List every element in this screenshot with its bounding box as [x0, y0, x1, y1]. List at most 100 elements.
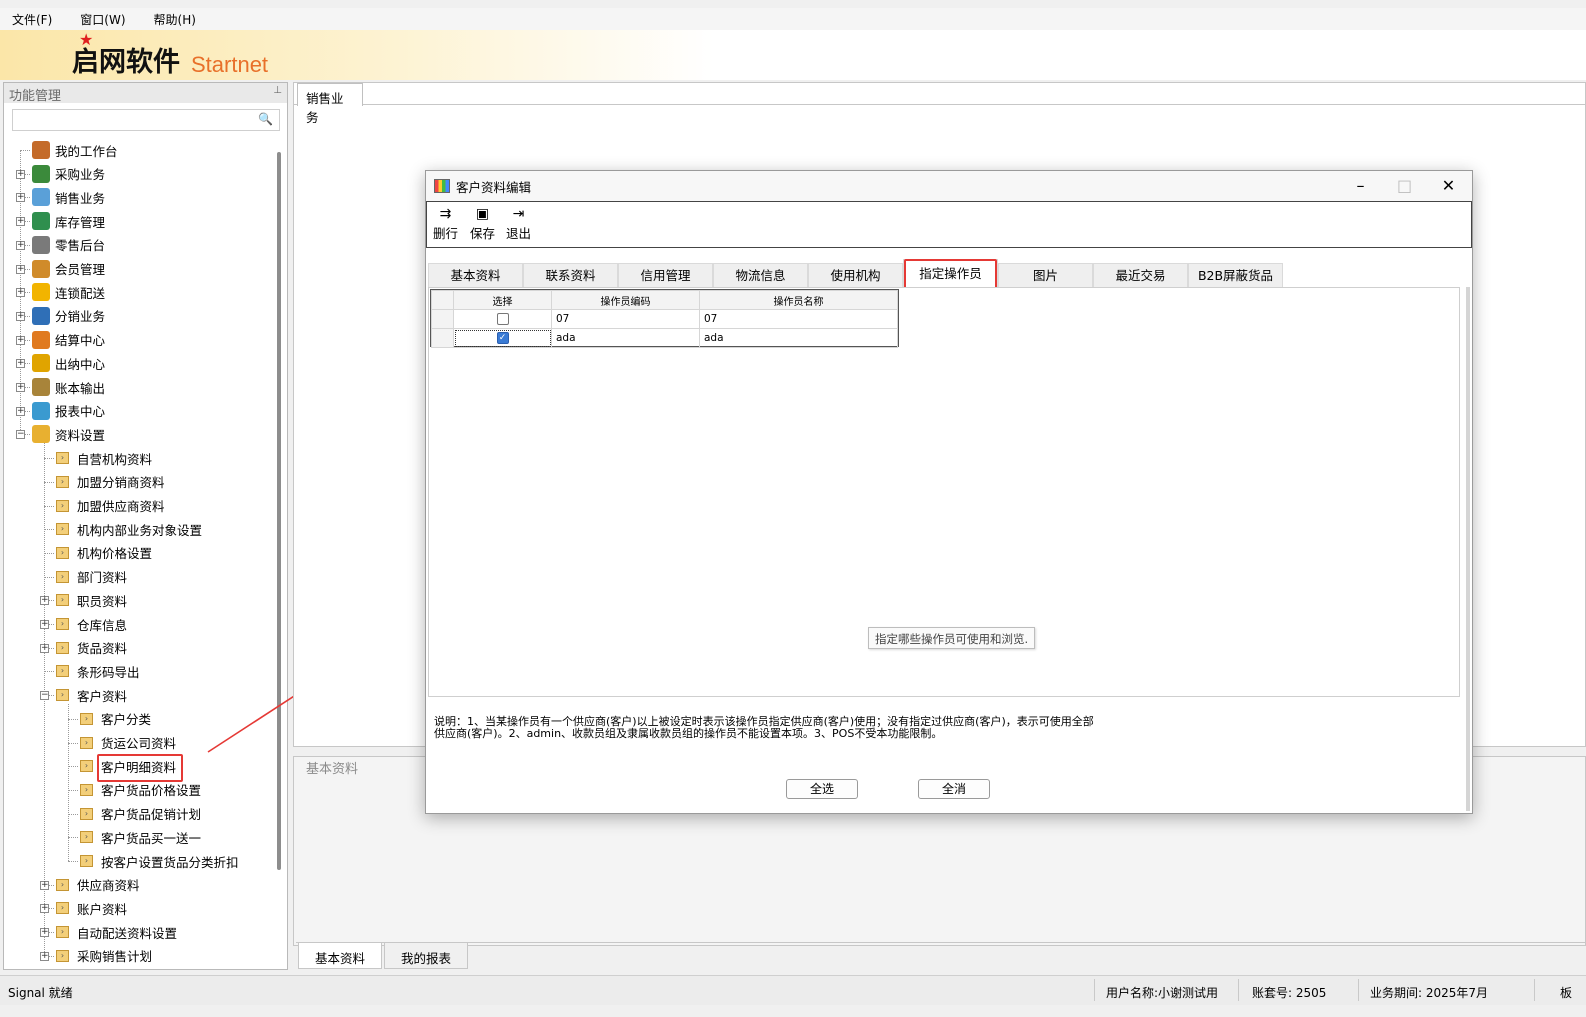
row-checkbox-checked[interactable]: ✓	[496, 332, 509, 344]
tree-item[interactable]: 库存管理	[32, 210, 105, 232]
tree-item[interactable]: › 仓库信息	[56, 613, 127, 635]
tree-item[interactable]: › 自动配送资料设置	[56, 921, 177, 943]
col-operator-name[interactable]: 操作员名称	[699, 290, 898, 310]
status-separator	[1358, 979, 1359, 1001]
tree-item[interactable]: 销售业务	[32, 186, 105, 208]
tab-credit[interactable]: 信用管理	[618, 263, 713, 287]
tree-item[interactable]: › 职员资料	[56, 589, 127, 611]
menu-help[interactable]: 帮助(H)	[154, 11, 196, 28]
expand-icon[interactable]: +	[16, 217, 25, 227]
expand-icon[interactable]: +	[16, 193, 25, 203]
expand-icon[interactable]: +	[40, 951, 49, 961]
menu-file[interactable]: 文件(F)	[12, 11, 52, 28]
operator-code-cell[interactable]: ada	[551, 328, 700, 348]
tree-item[interactable]: › 部门资料	[56, 566, 127, 588]
select-cell[interactable]	[453, 309, 552, 329]
tree-item[interactable]: › 账户资料	[56, 897, 127, 919]
expand-icon[interactable]: +	[40, 904, 49, 914]
table-row[interactable]: 07 07	[431, 309, 898, 329]
menu-window[interactable]: 窗口(W)	[80, 11, 125, 28]
tree-item[interactable]: › 加盟供应商资料	[56, 495, 165, 517]
save-icon: ▣	[475, 206, 490, 222]
tree-item[interactable]: 结算中心	[32, 329, 105, 351]
tree-item[interactable]: › 客户货品促销计划	[80, 803, 201, 825]
tree-item[interactable]: › 机构内部业务对象设置	[56, 518, 202, 540]
exit-button[interactable]: ⇥ 退出	[506, 206, 531, 242]
tree-item[interactable]: 报表中心	[32, 400, 105, 422]
tree-item[interactable]: › 客户分类	[80, 708, 151, 730]
tab-logistics[interactable]: 物流信息	[713, 263, 808, 287]
tree-item[interactable]: › 货运公司资料	[80, 732, 176, 754]
pin-icon[interactable]: ⊥	[273, 85, 282, 101]
expand-icon[interactable]: +	[16, 383, 25, 392]
tree-item[interactable]: › 客户货品价格设置	[80, 779, 201, 801]
tree-item[interactable]: 出纳中心	[32, 352, 105, 374]
bottom-tab-basic[interactable]: 基本资料	[298, 943, 383, 969]
expand-icon[interactable]: +	[16, 240, 25, 250]
expand-icon[interactable]: +	[40, 928, 49, 938]
expand-icon[interactable]: +	[16, 169, 25, 179]
expand-icon[interactable]: +	[40, 643, 49, 653]
tab-recent-trades[interactable]: 最近交易	[1093, 263, 1188, 287]
expand-icon[interactable]: +	[16, 264, 25, 274]
tree-item[interactable]: › 条形码导出	[56, 660, 140, 682]
tree-connector	[68, 789, 78, 791]
col-operator-code[interactable]: 操作员编码	[551, 290, 700, 310]
module-icon	[32, 164, 50, 183]
tree-item[interactable]: › 货品资料	[56, 637, 127, 659]
expand-icon[interactable]: +	[40, 620, 49, 629]
tab-org-usage[interactable]: 使用机构	[808, 263, 903, 287]
search-icon[interactable]: 🔍	[258, 112, 273, 126]
dialog-scrollbar[interactable]	[1466, 287, 1470, 811]
close-icon[interactable]: ✕	[1426, 171, 1471, 201]
expand-icon[interactable]: +	[16, 406, 25, 416]
select-cell[interactable]: ✓	[453, 328, 552, 348]
row-header[interactable]	[431, 328, 454, 348]
save-button[interactable]: ▣ 保存	[470, 206, 495, 242]
tree-item[interactable]: 账本输出	[32, 376, 105, 398]
tree-item[interactable]: › 按客户设置货品分类折扣	[80, 850, 239, 872]
col-select[interactable]: 选择	[453, 290, 552, 310]
select-all-button[interactable]: 全选	[786, 779, 858, 799]
tree-item[interactable]: 资料设置	[32, 423, 105, 445]
tree-item[interactable]: 我的工作台	[32, 139, 118, 161]
expand-icon[interactable]: +	[16, 311, 25, 321]
operator-code-cell[interactable]: 07	[551, 309, 700, 329]
expand-icon[interactable]: +	[40, 596, 49, 606]
tree-item[interactable]: 采购业务	[32, 163, 105, 185]
tree-item[interactable]: › 供应商资料	[56, 874, 140, 896]
maximize-icon[interactable]: □	[1382, 171, 1427, 201]
tree-item[interactable]: 连锁配送	[32, 281, 105, 303]
tree-item[interactable]: 会员管理	[32, 258, 105, 280]
bottom-tab-my-reports[interactable]: 我的报表	[384, 943, 469, 969]
tree-item[interactable]: › 采购销售计划	[56, 945, 152, 967]
tab-basic-info[interactable]: 基本资料	[428, 263, 523, 287]
tab-contact-info[interactable]: 联系资料	[523, 263, 618, 287]
collapse-icon[interactable]: −	[16, 430, 25, 440]
operator-name-cell[interactable]: 07	[699, 309, 898, 329]
row-header[interactable]	[431, 309, 454, 329]
expand-icon[interactable]: +	[16, 359, 25, 369]
delete-row-button[interactable]: ⇉ 删行	[433, 206, 458, 242]
tree-search-input[interactable]: 🔍	[12, 109, 280, 131]
tree-item[interactable]: › 机构价格设置	[56, 542, 152, 564]
tree-item[interactable]: 零售后台	[32, 234, 105, 256]
tab-b2b-blocked[interactable]: B2B屏蔽货品	[1188, 263, 1283, 287]
tab-sales-business[interactable]: 销售业务	[297, 83, 363, 125]
tree-item[interactable]: › 加盟分销商资料	[56, 471, 165, 493]
row-checkbox[interactable]	[496, 313, 509, 325]
deselect-all-button[interactable]: 全消	[918, 779, 990, 799]
table-row[interactable]: ✓ ada ada	[431, 328, 898, 348]
tree-item[interactable]: › 客户货品买一送一	[80, 826, 201, 848]
tab-images[interactable]: 图片	[998, 263, 1093, 287]
expand-icon[interactable]: +	[16, 335, 25, 345]
collapse-icon[interactable]: −	[40, 691, 49, 701]
dialog-titlebar[interactable]: 客户资料编辑 – □ ✕	[426, 171, 1472, 201]
tree-item[interactable]: › 自营机构资料	[56, 447, 152, 469]
operator-name-cell[interactable]: ada	[699, 328, 898, 348]
tree-item[interactable]: › 客户资料	[56, 684, 127, 706]
minimize-icon[interactable]: –	[1338, 171, 1383, 201]
expand-icon[interactable]: +	[40, 880, 49, 890]
tree-item[interactable]: 分销业务	[32, 305, 105, 327]
expand-icon[interactable]: +	[16, 288, 25, 298]
